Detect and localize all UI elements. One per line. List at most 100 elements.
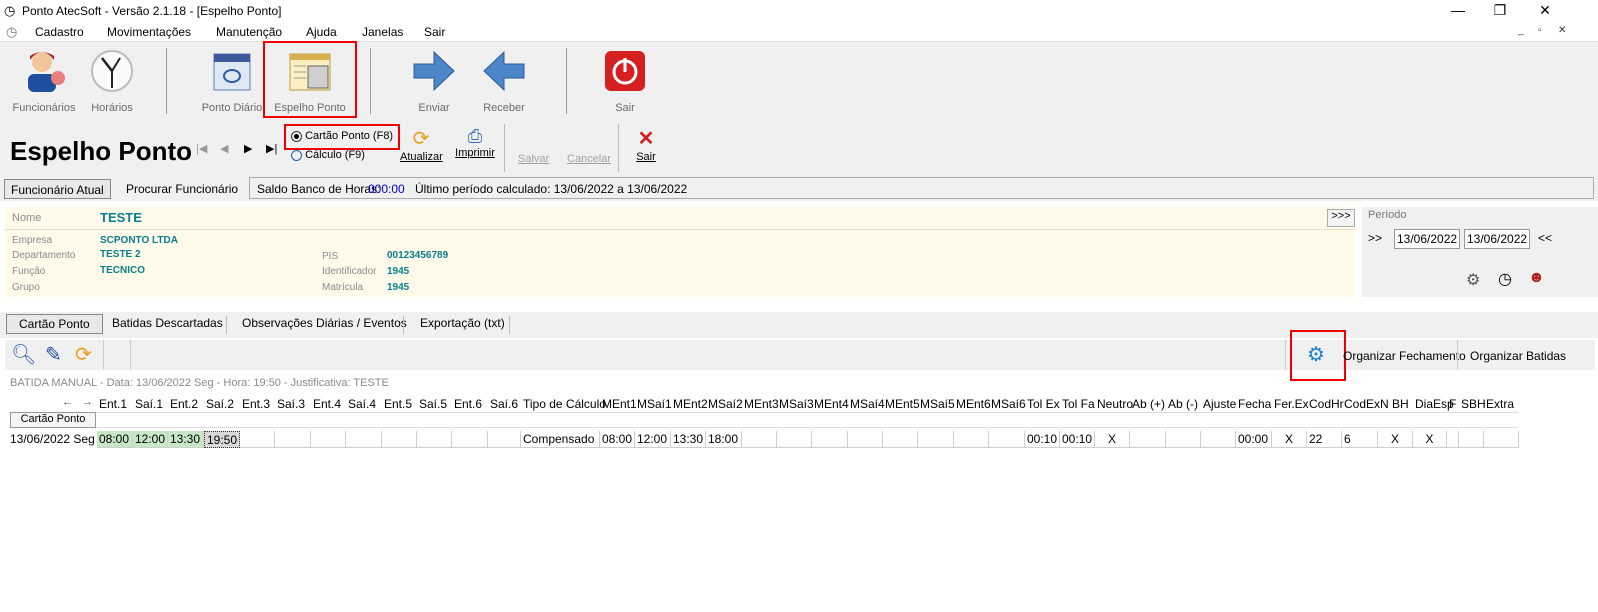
column-header[interactable]: Ent.2: [170, 397, 198, 411]
menu-manutencao[interactable]: Manutenção: [216, 25, 282, 39]
funcionarios-button[interactable]: Funcionários: [12, 48, 76, 114]
maximize-button[interactable]: ❐: [1485, 2, 1515, 19]
column-header[interactable]: MSaí4: [850, 397, 885, 411]
receber-button[interactable]: Receber: [474, 48, 534, 114]
column-header[interactable]: MEnt1: [602, 397, 637, 411]
column-header[interactable]: DiaEsp: [1415, 397, 1454, 411]
column-header[interactable]: MSaí2: [708, 397, 743, 411]
mdi-close-button[interactable]: ✕: [1558, 25, 1566, 36]
attach-icon[interactable]: ✎: [45, 342, 62, 367]
column-header[interactable]: MEnt2: [673, 397, 708, 411]
grid-cell[interactable]: Compensado: [521, 431, 600, 448]
radio-calculo[interactable]: Cálculo (F9): [291, 149, 365, 161]
column-header[interactable]: MEnt6: [956, 397, 991, 411]
column-header[interactable]: Saí.2: [206, 397, 234, 411]
last-record-icon[interactable]: ▶|: [266, 142, 277, 155]
column-header[interactable]: Ent.5: [384, 397, 412, 411]
column-header[interactable]: Ent.4: [313, 397, 341, 411]
grid-cell[interactable]: 6: [1342, 431, 1378, 448]
mdi-restore-button[interactable]: ▫: [1538, 25, 1542, 36]
grid-cell[interactable]: [812, 431, 848, 448]
column-header[interactable]: Saí.4: [348, 397, 376, 411]
menu-movimentacoes[interactable]: Movimentações: [107, 25, 191, 39]
grid-cell[interactable]: 08:00: [97, 431, 133, 448]
grid-cell[interactable]: 13:30: [671, 431, 706, 448]
column-header[interactable]: Ajuste: [1203, 397, 1236, 411]
menu-ajuda[interactable]: Ajuda: [306, 25, 337, 39]
column-header[interactable]: N BH: [1380, 397, 1409, 411]
grid-cell[interactable]: [346, 431, 382, 448]
grid-cell[interactable]: [275, 431, 311, 448]
grid-cell[interactable]: 22: [1307, 431, 1342, 448]
imprimir-button[interactable]: ⎙ Imprimir: [454, 126, 496, 172]
column-header[interactable]: CodEx: [1344, 397, 1380, 411]
column-header[interactable]: MSaí3: [779, 397, 814, 411]
column-header[interactable]: Ent.6: [454, 397, 482, 411]
subtab-observacoes[interactable]: Observações Diárias / Eventos: [242, 316, 407, 330]
column-header[interactable]: Ab (+): [1132, 397, 1165, 411]
menu-cadastro[interactable]: Cadastro: [35, 25, 84, 39]
column-header[interactable]: Saí.3: [277, 397, 305, 411]
column-header[interactable]: MSaí5: [920, 397, 955, 411]
grid-prev-icon[interactable]: ←: [62, 396, 73, 408]
settings-gear-icon[interactable]: ⚙: [1466, 270, 1480, 290]
minimize-button[interactable]: —: [1443, 2, 1473, 18]
grid-cell[interactable]: [1166, 431, 1201, 448]
column-header[interactable]: F: [1449, 397, 1456, 411]
horarios-button[interactable]: Horários: [84, 48, 140, 114]
grid-cell[interactable]: [1484, 431, 1519, 448]
grid-cell[interactable]: [918, 431, 954, 448]
column-header[interactable]: Tipo de Cálculo: [523, 397, 606, 411]
grid-cell[interactable]: 08:00: [600, 431, 635, 448]
menu-janelas[interactable]: Janelas: [362, 25, 403, 39]
grid-cell[interactable]: 18:00: [706, 431, 742, 448]
column-header[interactable]: Saí.1: [135, 397, 163, 411]
tab-funcionario-atual[interactable]: Funcionário Atual: [4, 179, 111, 199]
search-icon[interactable]: 🔍︎: [11, 342, 36, 367]
grid-cell[interactable]: 12:00: [635, 431, 671, 448]
cancelar-button[interactable]: Cancelar: [567, 153, 611, 165]
small-clock-icon[interactable]: ◷: [1498, 269, 1512, 289]
grid-cell[interactable]: [1201, 431, 1236, 448]
periodo-next-button[interactable]: <<: [1538, 231, 1552, 245]
grid-cell[interactable]: 13:30: [168, 431, 204, 448]
organizar-batidas-button[interactable]: Organizar Batidas: [1470, 349, 1566, 363]
refresh-small-icon[interactable]: ⟳: [75, 342, 92, 367]
ponto-diario-button[interactable]: Ponto Diário: [198, 48, 266, 114]
column-header[interactable]: Extra: [1486, 397, 1514, 411]
column-header[interactable]: Fecha: [1238, 397, 1271, 411]
grid-cell[interactable]: [1130, 431, 1166, 448]
grid-cell[interactable]: [989, 431, 1025, 448]
grid-cell[interactable]: [1447, 431, 1459, 448]
grid-cell[interactable]: [488, 431, 521, 448]
column-header[interactable]: Saí.6: [490, 397, 518, 411]
column-header[interactable]: MSaí1: [637, 397, 672, 411]
column-header[interactable]: CodHr: [1309, 397, 1344, 411]
salvar-button[interactable]: Salvar: [518, 153, 549, 165]
subtab-batidas-descartadas[interactable]: Batidas Descartadas: [112, 316, 223, 330]
grid-cell[interactable]: [311, 431, 346, 448]
column-header[interactable]: SBH: [1461, 397, 1486, 411]
column-header[interactable]: Tol Fa: [1062, 397, 1095, 411]
grid-cell[interactable]: 12:00: [133, 431, 168, 448]
grid-cell[interactable]: [240, 431, 275, 448]
column-header[interactable]: Ab (-): [1168, 397, 1198, 411]
column-header[interactable]: MEnt3: [744, 397, 779, 411]
sair-toolbar-button[interactable]: Sair: [598, 48, 652, 114]
column-header[interactable]: MEnt4: [814, 397, 849, 411]
expand-button[interactable]: >>>: [1327, 209, 1355, 227]
grid-cell[interactable]: [954, 431, 989, 448]
column-header[interactable]: Tol Ex: [1027, 397, 1060, 411]
subtab-exportacao[interactable]: Exportação (txt): [420, 316, 505, 330]
grid-next-icon[interactable]: →: [82, 396, 93, 408]
periodo-end-input[interactable]: 13/06/2022: [1464, 229, 1530, 249]
column-header[interactable]: Neutro: [1097, 397, 1133, 411]
grid-cell[interactable]: X: [1272, 431, 1307, 448]
periodo-start-input[interactable]: 13/06/2022: [1394, 229, 1460, 249]
grid-cell[interactable]: X: [1378, 431, 1413, 448]
grid-cell[interactable]: X: [1413, 431, 1447, 448]
grid-cell[interactable]: 00:10: [1025, 431, 1060, 448]
grid-cell[interactable]: [452, 431, 488, 448]
grid-cell[interactable]: [417, 431, 452, 448]
column-header[interactable]: Ent.1: [99, 397, 127, 411]
